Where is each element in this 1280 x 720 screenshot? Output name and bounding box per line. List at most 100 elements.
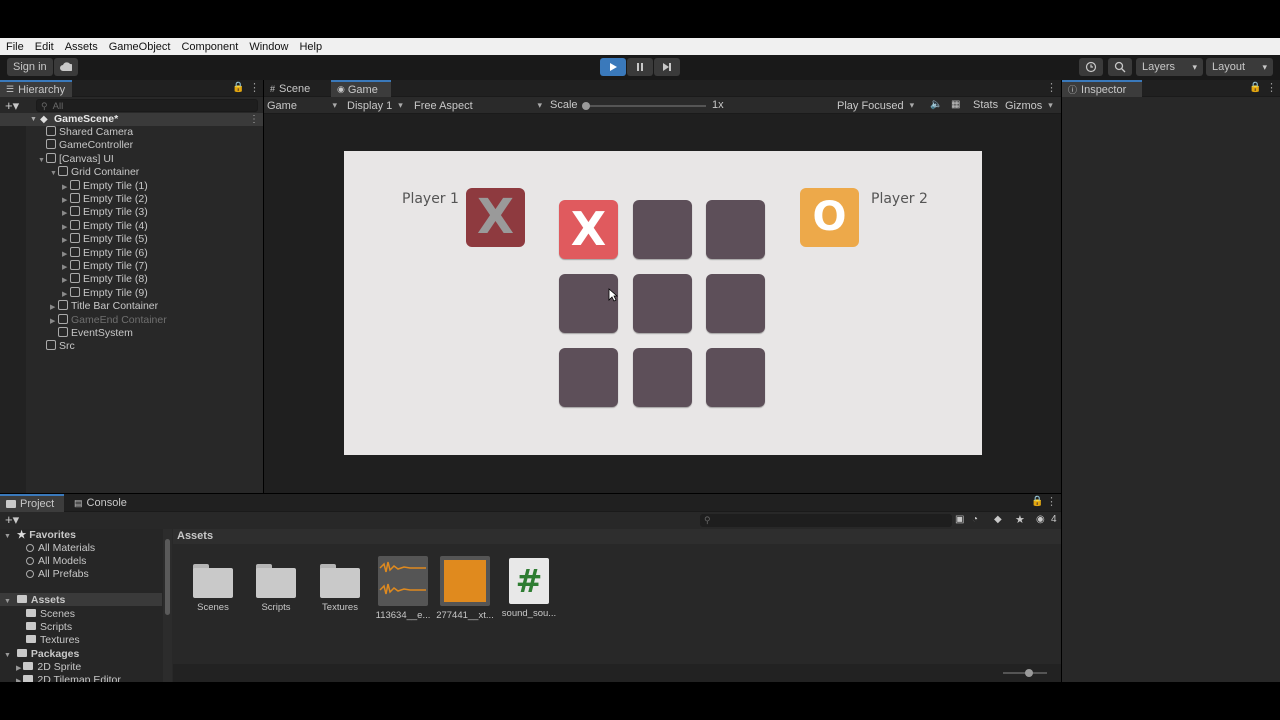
collapse-arrow-icon[interactable]: ▶ bbox=[62, 181, 70, 194]
folder-item[interactable]: Scripts bbox=[26, 621, 72, 634]
hierarchy-item[interactable]: ▶ Empty Tile (8) bbox=[62, 273, 148, 286]
collapse-arrow-icon[interactable]: ▶ bbox=[62, 288, 70, 301]
hierarchy-item[interactable]: ▶ Empty Tile (1) bbox=[62, 179, 148, 194]
hierarchy-item[interactable]: ▶ Empty Tile (3) bbox=[62, 206, 148, 219]
icon-size-slider[interactable] bbox=[1003, 669, 1047, 677]
collapse-arrow-icon[interactable]: ▶ bbox=[50, 315, 58, 328]
pause-button[interactable] bbox=[627, 58, 653, 76]
collapse-arrow-icon[interactable]: ▶ bbox=[62, 207, 70, 220]
history-button[interactable] bbox=[1079, 58, 1103, 76]
aspect-dropdown[interactable]: Free Aspect bbox=[414, 97, 542, 114]
hierarchy-search-input[interactable]: ⚲ All bbox=[36, 99, 258, 112]
hierarchy-item[interactable]: ▶ Empty Tile (2) bbox=[62, 193, 148, 206]
package-item[interactable]: ▶ 2D Tilemap Editor bbox=[16, 674, 121, 682]
menu-component[interactable]: Component bbox=[175, 41, 243, 53]
collapse-arrow-icon[interactable]: ▶ bbox=[62, 248, 70, 261]
kebab-menu-icon[interactable]: ⋮ bbox=[249, 81, 260, 94]
collapse-arrow-icon[interactable]: ▶ bbox=[62, 261, 70, 274]
hierarchy-item[interactable]: ▶ Empty Tile (4) bbox=[62, 219, 148, 234]
hierarchy-item[interactable]: Src bbox=[38, 340, 75, 353]
board-tile[interactable] bbox=[559, 348, 618, 407]
hidden-eye-icon[interactable]: ◉ bbox=[1036, 514, 1045, 525]
favorites-row[interactable]: ▼ ★ Favorites bbox=[4, 529, 76, 542]
play-focused-dropdown[interactable]: Play Focused bbox=[837, 97, 925, 114]
collapse-arrow-icon[interactable]: ▶ bbox=[50, 301, 58, 314]
asset-item-audio-2[interactable]: 277441__xt... bbox=[436, 556, 494, 621]
add-icon[interactable]: +▾ bbox=[5, 512, 19, 528]
hierarchy-item[interactable]: ▼ [Canvas] UI bbox=[38, 152, 114, 166]
collapse-arrow-icon[interactable]: ▶ bbox=[62, 194, 70, 207]
kebab-menu-icon[interactable]: ⋮ bbox=[1046, 81, 1057, 94]
tab-game[interactable]: ◉ Game bbox=[331, 80, 391, 97]
gizmos-dropdown[interactable]: Gizmos bbox=[1005, 97, 1057, 114]
board-tile[interactable] bbox=[632, 348, 692, 407]
asset-item-scripts[interactable]: Scripts bbox=[247, 556, 305, 613]
star-icon[interactable]: ★ bbox=[1015, 513, 1025, 526]
breadcrumb[interactable]: Assets bbox=[177, 530, 213, 542]
tab-inspector[interactable]: ⓘ Inspector bbox=[1062, 80, 1142, 97]
layout-dropdown[interactable]: Layout ▾ bbox=[1206, 58, 1273, 76]
folder-item[interactable]: Scenes bbox=[26, 608, 75, 621]
favorite-item[interactable]: All Models bbox=[26, 555, 86, 568]
package-item[interactable]: ▶ 2D Sprite bbox=[16, 661, 81, 674]
packages-row[interactable]: ▼ Packages bbox=[4, 648, 79, 661]
speaker-icon[interactable]: 🔈 bbox=[930, 99, 942, 110]
project-search-input[interactable]: ⚲ bbox=[700, 514, 952, 527]
expand-arrow-icon[interactable]: ▼ bbox=[50, 167, 58, 180]
board-tile[interactable] bbox=[706, 348, 765, 407]
scene-row[interactable]: ▼ ◆ GameScene* ⋮ bbox=[0, 113, 263, 126]
collapse-arrow-icon[interactable]: ▶ bbox=[62, 274, 70, 287]
asset-item-textures[interactable]: Textures bbox=[311, 556, 369, 613]
asset-item-scenes[interactable]: Scenes bbox=[184, 556, 242, 613]
collapse-arrow-icon[interactable]: ▶ bbox=[62, 234, 70, 247]
board-tile[interactable] bbox=[706, 200, 765, 259]
board-tile[interactable] bbox=[632, 274, 692, 333]
lock-icon[interactable]: 🔒 bbox=[1249, 82, 1261, 93]
folder-item[interactable]: Textures bbox=[26, 634, 80, 647]
add-icon[interactable]: +▾ bbox=[5, 98, 19, 114]
tab-console[interactable]: ▤ Console bbox=[68, 494, 138, 512]
lock-icon[interactable]: 🔒 bbox=[232, 82, 244, 93]
search-options-icon[interactable]: ▣ bbox=[955, 514, 964, 525]
board-tile[interactable] bbox=[632, 200, 692, 259]
board-tile[interactable]: X bbox=[559, 200, 618, 259]
menu-file[interactable]: File bbox=[0, 41, 29, 53]
lock-icon[interactable]: 🔒 bbox=[1031, 496, 1043, 507]
menu-help[interactable]: Help bbox=[293, 41, 327, 53]
sign-in-button[interactable]: Sign in bbox=[7, 58, 53, 76]
grid-toggle-icon[interactable]: ▦ bbox=[951, 99, 960, 110]
tab-project[interactable]: Project bbox=[0, 494, 64, 512]
tab-scene[interactable]: # Scene bbox=[264, 80, 330, 97]
tree-scrollbar[interactable] bbox=[163, 529, 172, 682]
collapse-arrow-icon[interactable]: ▶ bbox=[62, 221, 70, 234]
scale-slider[interactable] bbox=[582, 102, 706, 110]
layers-dropdown[interactable]: Layers ▾ bbox=[1136, 58, 1203, 76]
tree-scrollbar-thumb[interactable] bbox=[165, 539, 170, 615]
type-filter-icon[interactable]: ◔ bbox=[972, 514, 978, 525]
hierarchy-item[interactable]: ▶ Empty Tile (9) bbox=[62, 286, 148, 301]
hierarchy-item[interactable]: ▼ Grid Container bbox=[50, 166, 139, 179]
hierarchy-item[interactable]: ▶ Empty Tile (6) bbox=[62, 246, 148, 261]
board-tile[interactable] bbox=[559, 274, 618, 333]
display-dropdown[interactable]: Display 1 bbox=[347, 97, 409, 114]
asset-item-script[interactable]: # sound_sou... bbox=[500, 556, 558, 619]
hierarchy-item[interactable]: ▶ Title Bar Container bbox=[50, 300, 158, 313]
kebab-menu-icon[interactable]: ⋮ bbox=[1046, 495, 1057, 508]
menu-window[interactable]: Window bbox=[243, 41, 293, 53]
board-tile[interactable] bbox=[706, 274, 765, 333]
assets-row[interactable]: ▼ Assets bbox=[4, 594, 65, 607]
hierarchy-item[interactable]: ▶ Empty Tile (5) bbox=[62, 233, 148, 246]
game-canvas[interactable]: Player 1 X Player 2 O X bbox=[344, 151, 982, 455]
kebab-menu-icon[interactable]: ⋮ bbox=[249, 113, 259, 126]
hierarchy-item[interactable]: ▶ GameEnd Container bbox=[50, 313, 167, 328]
hierarchy-item[interactable]: GameController bbox=[38, 139, 133, 152]
hierarchy-item[interactable]: Shared Camera bbox=[38, 126, 133, 139]
step-button[interactable] bbox=[654, 58, 680, 76]
icon-size-slider-handle[interactable] bbox=[1025, 669, 1033, 677]
menu-gameobject[interactable]: GameObject bbox=[103, 41, 176, 53]
favorite-item[interactable]: All Materials bbox=[26, 542, 95, 555]
hierarchy-item[interactable]: EventSystem bbox=[50, 327, 133, 340]
game-mode-dropdown[interactable]: Game bbox=[267, 97, 337, 114]
cloud-button[interactable] bbox=[54, 58, 78, 76]
favorite-item[interactable]: All Prefabs bbox=[26, 568, 89, 581]
